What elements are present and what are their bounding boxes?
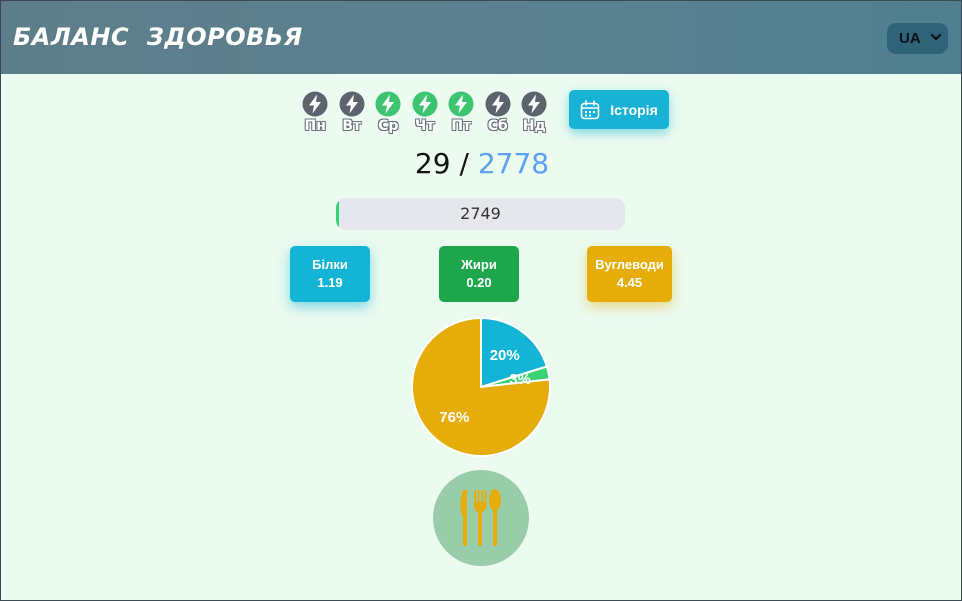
carbs-label: Вуглеводи <box>595 257 664 272</box>
bolt-icon <box>521 91 547 117</box>
language-select[interactable]: UA <box>887 23 948 54</box>
pie-label: 76% <box>439 409 469 426</box>
bolt-icon <box>448 91 474 117</box>
carbs-value: 4.45 <box>616 275 643 290</box>
fat-label: Жири <box>461 257 497 272</box>
fat-card[interactable]: Жири 0.20 <box>439 246 519 302</box>
protein-label: Білки <box>312 257 348 272</box>
bolt-icon <box>302 91 328 117</box>
app-frame: БАЛАНС ЗДОРОВЬЯ UA Пн Вт Ср Чт Пт Сб Нд Історі… <box>0 0 962 601</box>
header: БАЛАНС ЗДОРОВЬЯ UA <box>1 1 961 74</box>
pie-label: 20% <box>490 347 520 364</box>
weekday-item[interactable]: Нд <box>516 91 553 134</box>
history-button[interactable]: Історія <box>569 90 669 129</box>
pie-label: 3% <box>509 371 531 388</box>
calorie-progress-bar: 2749 <box>336 198 625 230</box>
weekday-selector: Пн Вт Ср Чт Пт Сб Нд <box>297 91 553 134</box>
calories-goal: 2778 <box>477 147 550 180</box>
weekday-label: Ср <box>378 118 399 134</box>
cutlery-icon <box>460 489 501 547</box>
weekday-label: Нд <box>522 118 546 134</box>
language-value: UA <box>899 30 921 47</box>
weekday-label: Вт <box>342 118 362 134</box>
weekday-item[interactable]: Пн <box>297 91 334 134</box>
bolt-icon <box>339 91 365 117</box>
calories-remaining: 2749 <box>460 204 501 223</box>
carbs-card[interactable]: Вуглеводи 4.45 <box>587 246 672 302</box>
add-meal-button[interactable] <box>433 470 529 566</box>
chevron-down-icon <box>930 33 942 41</box>
protein-card[interactable]: Білки 1.19 <box>290 246 370 302</box>
bolt-icon <box>412 91 438 117</box>
weekday-item[interactable]: Пт <box>443 91 480 134</box>
history-button-label: Історія <box>610 101 658 118</box>
app-title: БАЛАНС ЗДОРОВЬЯ <box>13 23 303 51</box>
calories-consumed: 29 <box>414 147 451 180</box>
macro-pie-chart: 20% 3% 76% <box>411 316 551 457</box>
calorie-counter: 29 / 2778 <box>1 147 961 180</box>
weekday-label: Сб <box>487 118 508 134</box>
weekday-item[interactable]: Вт <box>334 91 371 134</box>
calendar-icon <box>580 99 600 119</box>
weekday-label: Пн <box>304 118 326 134</box>
weekday-label: Чт <box>415 118 435 134</box>
bolt-icon <box>375 91 401 117</box>
weekday-label: Пт <box>451 118 472 134</box>
weekday-item[interactable]: Сб <box>480 91 517 134</box>
weekday-item[interactable]: Чт <box>407 91 444 134</box>
bolt-icon <box>485 91 511 117</box>
weekday-item[interactable]: Ср <box>370 91 407 134</box>
fat-value: 0.20 <box>466 275 492 290</box>
protein-value: 1.19 <box>317 275 343 290</box>
calories-separator: / <box>459 147 469 180</box>
